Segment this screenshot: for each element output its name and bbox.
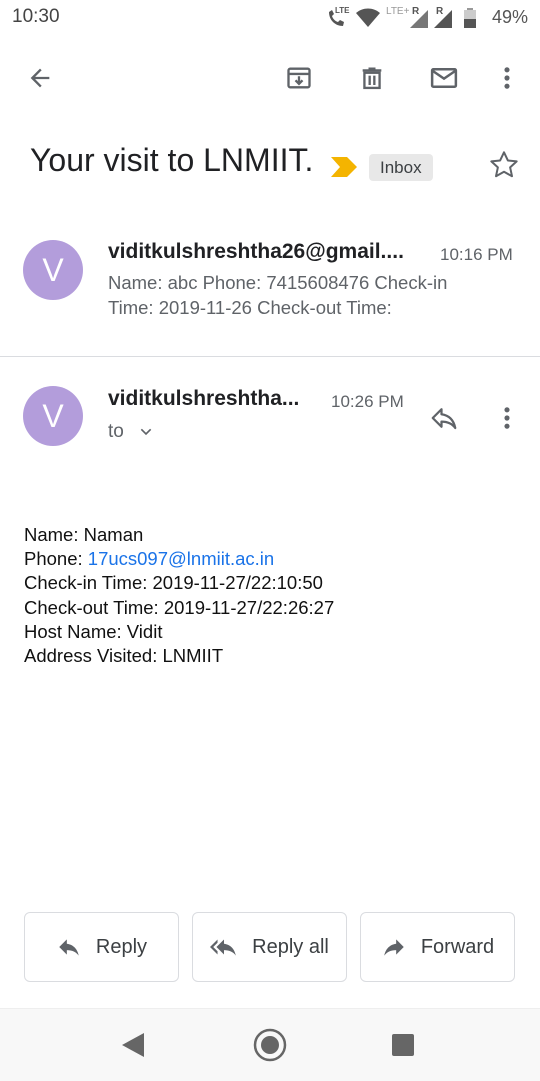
message-divider [0, 356, 540, 357]
body-phone-line: Phone: 17ucs097@lnmiit.ac.in [24, 547, 334, 571]
body-host-line: Host Name: Vidit [24, 620, 163, 642]
archive-icon [287, 67, 311, 89]
importance-marker-icon[interactable] [331, 157, 357, 182]
sender-name: viditkulshreshtha26@gmail.... [108, 240, 404, 263]
message-time: 10:26 PM [331, 392, 404, 411]
triangle-back-icon [122, 1033, 144, 1057]
recipient-to-label: to [108, 421, 124, 442]
circle-home-icon [253, 1028, 287, 1062]
signal-icon-1 [410, 8, 428, 33]
email-subject: Your visit to LNMIIT. [30, 142, 314, 178]
message-collapsed[interactable]: V viditkulshreshtha26@gmail.... 10:16 PM… [0, 210, 540, 350]
trash-icon [362, 67, 382, 90]
forward-action-button[interactable]: Forward [360, 912, 515, 982]
square-recents-icon [392, 1034, 414, 1056]
sender-name: viditkulshreshtha... [108, 387, 300, 410]
status-bar: 10:30 LTE LTE+ R R 49% [0, 0, 540, 36]
nav-recents-button[interactable] [391, 1033, 415, 1062]
reply-button[interactable] [426, 400, 462, 436]
body-address-line: Address Visited: LNMIIT [24, 645, 224, 667]
archive-button[interactable] [281, 60, 317, 96]
arrow-back-icon [30, 68, 50, 88]
reply-all-action-button[interactable]: Reply all [192, 912, 347, 982]
message-body: Name: Naman Phone: 17ucs097@lnmiit.ac.in… [24, 523, 334, 668]
reply-all-icon [210, 939, 236, 956]
body-checkout-line: Check-out Time: 2019-11-27/22:26:27 [24, 596, 335, 618]
reply-action-button[interactable]: Reply [24, 912, 179, 982]
inbox-label-chip[interactable]: Inbox [369, 154, 433, 181]
more-vert-icon [504, 67, 510, 89]
back-button[interactable] [22, 60, 58, 96]
snippet-line: Name: abc Phone: 7415608476 Check-in [108, 272, 448, 293]
more-vert-icon [504, 407, 510, 429]
mark-unread-button[interactable] [426, 60, 462, 96]
avatar[interactable]: V [23, 386, 83, 446]
battery-icon [464, 8, 476, 33]
star-icon[interactable] [488, 149, 520, 186]
reply-icon [431, 408, 457, 430]
nav-home-button[interactable] [252, 1027, 288, 1068]
message-snippet: Name: abc Phone: 7415608476 Check-in Tim… [108, 270, 528, 320]
avatar[interactable]: V [23, 240, 83, 300]
reply-icon [59, 939, 79, 956]
battery-percentage: 49% [491, 7, 528, 27]
navigation-bar [0, 1008, 540, 1081]
network-label-1: LTE [335, 6, 350, 15]
reply-all-label: Reply all [252, 935, 329, 958]
wifi-icon [356, 8, 380, 33]
signal-icon-2 [434, 8, 452, 33]
message-more-button[interactable] [489, 400, 525, 436]
email-link[interactable]: 17ucs097@lnmiit.ac.in [88, 548, 274, 569]
forward-label: Forward [420, 935, 495, 958]
mail-icon [430, 68, 458, 88]
body-checkin-line: Check-in Time: 2019-11-27/22:10:50 [24, 572, 323, 594]
network-label-2: LTE+ [386, 6, 410, 17]
snippet-line: Time: 2019-11-26 Check-out Time: [108, 297, 392, 318]
body-phone-label: Phone: [24, 548, 88, 570]
recipient-details-toggle[interactable]: to [108, 421, 154, 443]
message-time: 10:16 PM [440, 245, 513, 264]
nav-back-button[interactable] [120, 1031, 146, 1064]
reply-label: Reply [95, 935, 148, 958]
delete-button[interactable] [354, 60, 390, 96]
more-options-button[interactable] [489, 60, 525, 96]
chevron-down-icon [140, 428, 152, 436]
status-time: 10:30 [12, 6, 60, 27]
forward-icon [384, 939, 404, 956]
body-name-line: Name: Naman [24, 524, 144, 545]
